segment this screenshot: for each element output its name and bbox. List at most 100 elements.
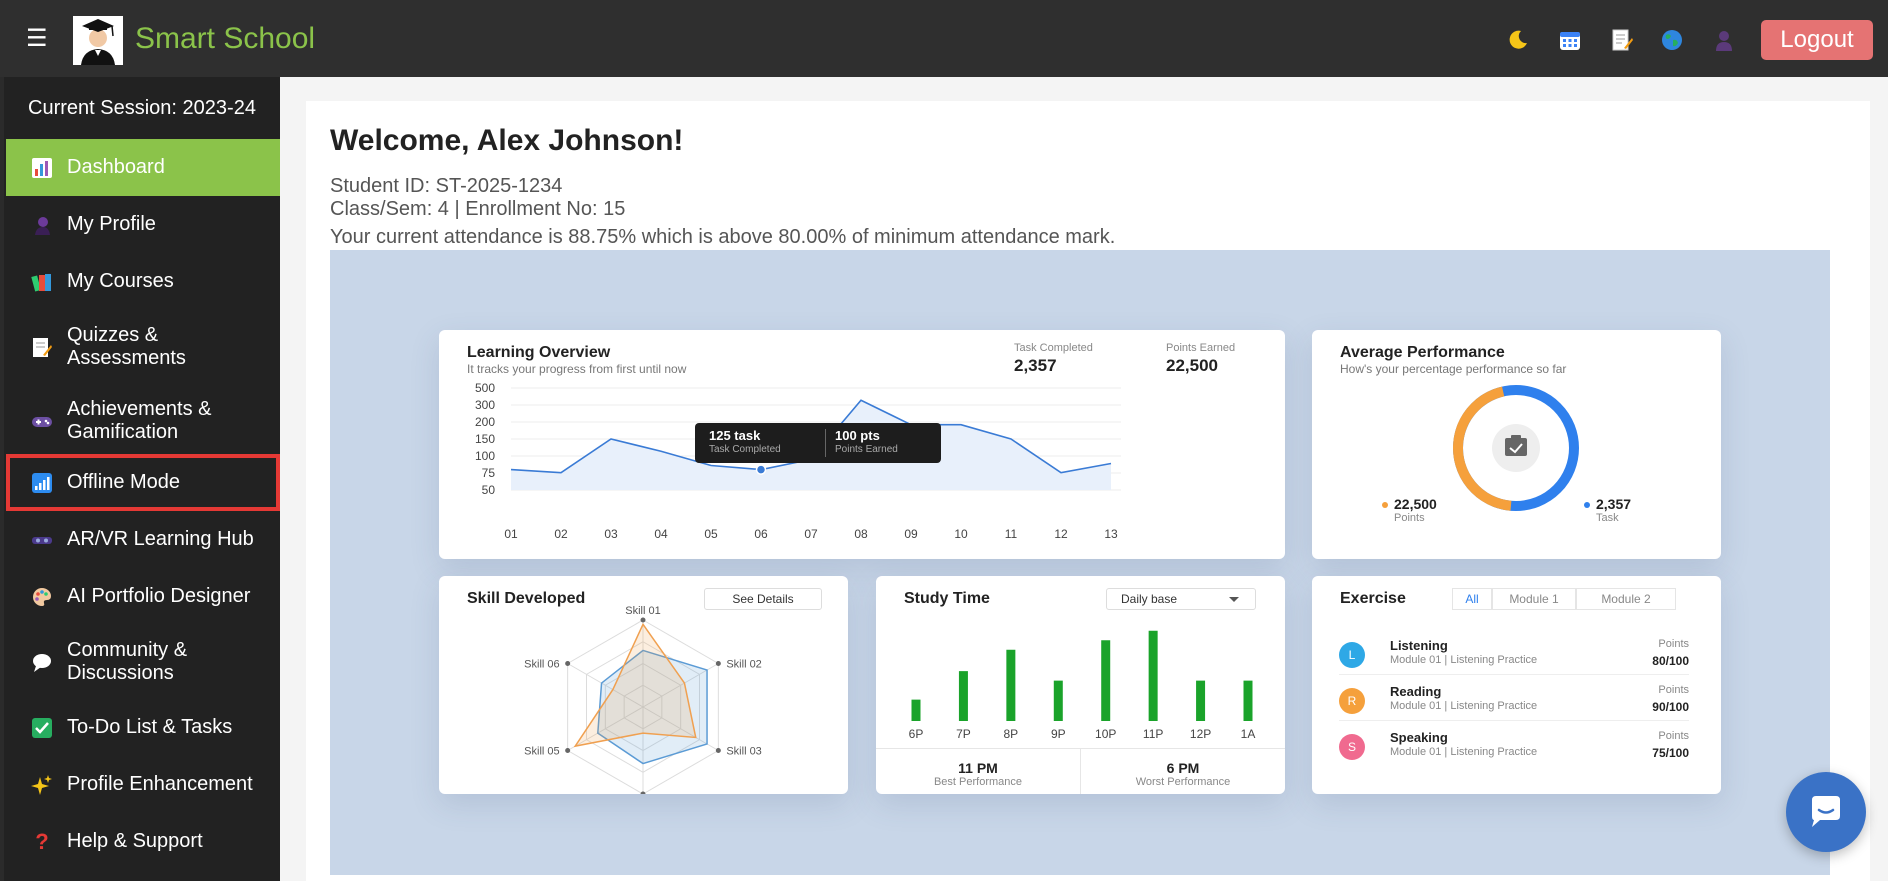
- points-dot: [1382, 502, 1388, 508]
- sidebar-item-todo[interactable]: To-Do List & Tasks: [6, 699, 280, 756]
- exercise-title-text: Speaking: [1390, 730, 1448, 745]
- bar-label: 7P: [956, 727, 971, 741]
- globe-icon[interactable]: [1658, 26, 1686, 54]
- donut-points-label: Points: [1394, 512, 1425, 524]
- exercise-subtitle: Module 01 | Listening Practice: [1390, 654, 1538, 666]
- exercise-title-text: Reading: [1390, 684, 1442, 699]
- exercise-title: Exercise: [1340, 590, 1406, 607]
- highlight-point: [755, 464, 767, 475]
- best-performance-value: 11 PM: [958, 760, 998, 776]
- chat-button[interactable]: [1786, 772, 1866, 852]
- sidebar-item-label: My Profile: [67, 213, 156, 235]
- memo-icon: [29, 334, 55, 360]
- sidebar-item-label: Help & Support: [67, 830, 203, 852]
- school-logo[interactable]: [73, 16, 123, 65]
- sidebar-item-help[interactable]: ? Help & Support: [6, 813, 280, 870]
- radar-series-2: [573, 622, 697, 748]
- top-bar: ☰ Smart School Logout: [0, 0, 1888, 77]
- sparkles-icon: [29, 772, 55, 798]
- task-dot: [1584, 502, 1590, 508]
- best-performance-label: Best Performance: [933, 776, 1023, 788]
- calendar-icon[interactable]: [1556, 26, 1584, 54]
- exercise-points: 90/100: [1652, 700, 1689, 714]
- y-tick-label: 500: [475, 381, 495, 395]
- y-tick-label: 200: [475, 415, 495, 429]
- study-bar: [1148, 630, 1158, 721]
- sidebar-item-quizzes[interactable]: Quizzes & Assessments: [6, 310, 280, 384]
- goggles-icon: [29, 527, 55, 553]
- palette-icon: [29, 584, 55, 610]
- notes-icon[interactable]: [1608, 26, 1636, 54]
- welcome-heading: Welcome, Alex Johnson!: [330, 124, 684, 157]
- sidebar-item-ai-portfolio[interactable]: AI Portfolio Designer: [6, 568, 280, 625]
- signal-icon: [29, 470, 55, 496]
- study-bar: [1053, 680, 1063, 721]
- tab-all[interactable]: All: [1452, 588, 1492, 610]
- tooltip-task-label: Task Completed: [709, 444, 781, 455]
- exercise-points: 75/100: [1652, 746, 1689, 760]
- radar-vertex: [640, 791, 646, 794]
- user-icon[interactable]: [1710, 26, 1738, 54]
- sidebar-item-label: To-Do List & Tasks: [67, 716, 233, 738]
- learning-overview-panel: Learning Overview It tracks your progres…: [439, 330, 1285, 559]
- tab-module-2[interactable]: Module 2: [1576, 588, 1676, 610]
- x-tick-label: 07: [804, 527, 818, 541]
- bar-label: 1A: [1241, 727, 1256, 741]
- sidebar-item-label: Dashboard: [67, 156, 165, 178]
- radar-vertex: [715, 661, 721, 666]
- clipboard-icon: [1505, 438, 1527, 456]
- exercise-avatar: S: [1339, 734, 1365, 760]
- class-info: Class/Sem: 4 | Enrollment No: 15: [330, 198, 626, 220]
- hamburger-icon[interactable]: ☰: [26, 26, 48, 50]
- moon-icon[interactable]: [1504, 26, 1532, 54]
- study-time-panel: Study Time Daily base 6P 7P 8P 9P 10P 11P 12P 1…: [876, 576, 1285, 794]
- y-tick-label: 300: [475, 398, 495, 412]
- brand-name[interactable]: Smart School: [135, 22, 315, 56]
- student-id: Student ID: ST-2025-1234: [330, 175, 563, 197]
- sidebar-item-my-profile[interactable]: My Profile: [6, 196, 280, 253]
- exercise-points: 80/100: [1652, 654, 1689, 668]
- sidebar-item-label: My Courses: [67, 270, 174, 292]
- exercise-subtitle: Module 01 | Listening Practice: [1390, 746, 1538, 758]
- radar-label: Skill 06: [524, 659, 559, 671]
- tab-module-1[interactable]: Module 1: [1492, 588, 1576, 610]
- exercise-panel: Exercise All Module 1 Module 2 L Listeni…: [1312, 576, 1721, 794]
- sidebar-item-dashboard[interactable]: Dashboard: [6, 139, 280, 196]
- radar-vertex: [565, 661, 571, 666]
- sidebar-item-label: AI Portfolio Designer: [67, 585, 251, 607]
- x-tick-label: 02: [554, 527, 568, 541]
- profile-icon: [29, 212, 55, 238]
- exercise-title-text: Listening: [1390, 638, 1448, 653]
- sidebar-item-label: Quizzes & Assessments: [67, 324, 186, 369]
- sidebar-item-my-courses[interactable]: My Courses: [6, 253, 280, 310]
- radar-vertex: [565, 748, 571, 753]
- skill-radar-chart: Skill 01Skill 02Skill 03Skill 04Skill 05…: [524, 605, 762, 794]
- sidebar-item-community[interactable]: Community & Discussions: [6, 625, 280, 699]
- tooltip-points-label: Points Earned: [835, 444, 898, 455]
- logout-button[interactable]: Logout: [1761, 20, 1873, 60]
- exercise-item-speaking[interactable]: S Speaking Module 01 | Listening Practic…: [1339, 728, 1689, 772]
- sidebar-item-achievements[interactable]: Achievements & Gamification: [6, 384, 280, 458]
- sidebar: Current Session: 2023-24 Dashboard My Pr…: [0, 77, 280, 881]
- exercise-avatar: R: [1339, 688, 1365, 714]
- exercise-divider: [1339, 720, 1689, 721]
- sidebar-item-ar-vr[interactable]: AR/VR Learning Hub: [6, 511, 280, 568]
- x-tick-label: 12: [1054, 527, 1068, 541]
- bar-label: 12P: [1190, 727, 1211, 741]
- radar-label: Skill 05: [524, 746, 559, 758]
- sidebar-item-profile-enhancement[interactable]: Profile Enhancement: [6, 756, 280, 813]
- bar-chart-icon: [29, 155, 55, 181]
- x-tick-label: 03: [604, 527, 618, 541]
- exercise-divider: [1339, 674, 1689, 675]
- study-bar: [1101, 640, 1111, 721]
- worst-performance-value: 6 PM: [1166, 760, 1200, 776]
- bar-label: 11P: [1143, 727, 1163, 741]
- donut-task-label: Task: [1596, 512, 1619, 524]
- donut-task-value: 2,357: [1596, 496, 1632, 512]
- study-bar: [1196, 680, 1206, 721]
- chat-icon: [1812, 796, 1840, 827]
- sidebar-item-label: AR/VR Learning Hub: [67, 528, 254, 550]
- sidebar-item-label: Profile Enhancement: [67, 773, 253, 795]
- sidebar-item-offline-mode[interactable]: Offline Mode: [6, 454, 280, 511]
- tooltip-task: 125 task: [709, 428, 761, 443]
